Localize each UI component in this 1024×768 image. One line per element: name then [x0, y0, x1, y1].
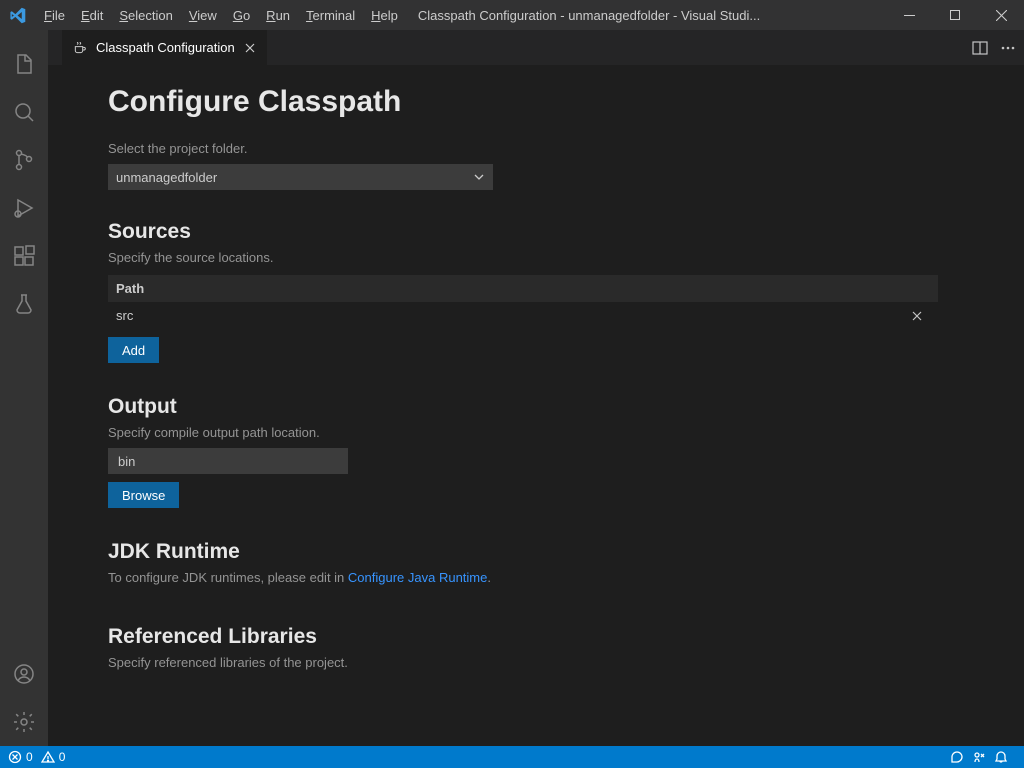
minimize-button[interactable] — [886, 0, 932, 30]
testing-icon[interactable] — [0, 280, 48, 328]
more-actions-icon[interactable] — [1000, 40, 1016, 56]
project-label: Select the project folder. — [108, 141, 1024, 156]
explorer-icon[interactable] — [0, 40, 48, 88]
activity-bar — [0, 30, 48, 746]
menu-selection[interactable]: Selection — [111, 8, 180, 23]
sources-heading: Sources — [108, 220, 1024, 244]
maximize-button[interactable] — [932, 0, 978, 30]
tab-classpath-configuration[interactable]: Classpath Configuration — [62, 30, 267, 65]
status-bell-icon[interactable] — [994, 750, 1008, 764]
menu-edit[interactable]: Edit — [73, 8, 111, 23]
menu-bar: File Edit Selection View Go Run Terminal… — [36, 8, 406, 23]
window-controls — [886, 0, 1024, 30]
output-path-input[interactable]: bin — [108, 448, 348, 474]
accounts-icon[interactable] — [0, 650, 48, 698]
menu-go[interactable]: Go — [225, 8, 258, 23]
sources-table: Path src — [108, 275, 938, 329]
status-feedback2-icon[interactable] — [972, 750, 986, 764]
status-errors[interactable]: 0 — [8, 750, 33, 764]
tab-bar: Classpath Configuration — [48, 30, 1024, 65]
editor-content: Configure Classpath Select the project f… — [48, 65, 1024, 746]
run-debug-icon[interactable] — [0, 184, 48, 232]
chevron-down-icon — [473, 171, 485, 183]
menu-file[interactable]: File — [36, 8, 73, 23]
menu-terminal[interactable]: Terminal — [298, 8, 363, 23]
sources-row-value: src — [116, 308, 133, 323]
sources-col-path: Path — [108, 275, 938, 302]
menu-run[interactable]: Run — [258, 8, 298, 23]
close-window-button[interactable] — [978, 0, 1024, 30]
status-feedback-icon[interactable] — [950, 750, 964, 764]
title-bar: File Edit Selection View Go Run Terminal… — [0, 0, 1024, 30]
configure-java-runtime-link[interactable]: Configure Java Runtime — [348, 570, 487, 585]
output-heading: Output — [108, 395, 1024, 419]
vscode-logo-icon — [8, 6, 26, 24]
search-icon[interactable] — [0, 88, 48, 136]
status-bar: 0 0 — [0, 746, 1024, 768]
status-warnings[interactable]: 0 — [41, 750, 66, 764]
project-select-value: unmanagedfolder — [116, 170, 217, 185]
menu-help[interactable]: Help — [363, 8, 406, 23]
sources-row[interactable]: src — [108, 302, 938, 329]
add-source-button[interactable]: Add — [108, 337, 159, 363]
libs-desc: Specify referenced libraries of the proj… — [108, 655, 1024, 670]
libs-heading: Referenced Libraries — [108, 625, 1024, 649]
settings-gear-icon[interactable] — [0, 698, 48, 746]
page-title: Configure Classpath — [108, 85, 1024, 119]
editor-area: Classpath Configuration Configure Classp… — [48, 30, 1024, 746]
split-editor-icon[interactable] — [972, 40, 988, 56]
delete-row-icon[interactable] — [910, 309, 930, 323]
extensions-icon[interactable] — [0, 232, 48, 280]
java-icon — [72, 40, 88, 56]
window-title: Classpath Configuration - unmanagedfolde… — [406, 8, 886, 23]
output-desc: Specify compile output path location. — [108, 425, 1024, 440]
close-tab-icon[interactable] — [243, 41, 257, 55]
tab-label: Classpath Configuration — [96, 40, 235, 55]
menu-view[interactable]: View — [181, 8, 225, 23]
source-control-icon[interactable] — [0, 136, 48, 184]
jdk-heading: JDK Runtime — [108, 540, 1024, 564]
project-select[interactable]: unmanagedfolder — [108, 164, 493, 190]
jdk-desc: To configure JDK runtimes, please edit i… — [108, 570, 1024, 585]
browse-button[interactable]: Browse — [108, 482, 179, 508]
sources-desc: Specify the source locations. — [108, 250, 1024, 265]
